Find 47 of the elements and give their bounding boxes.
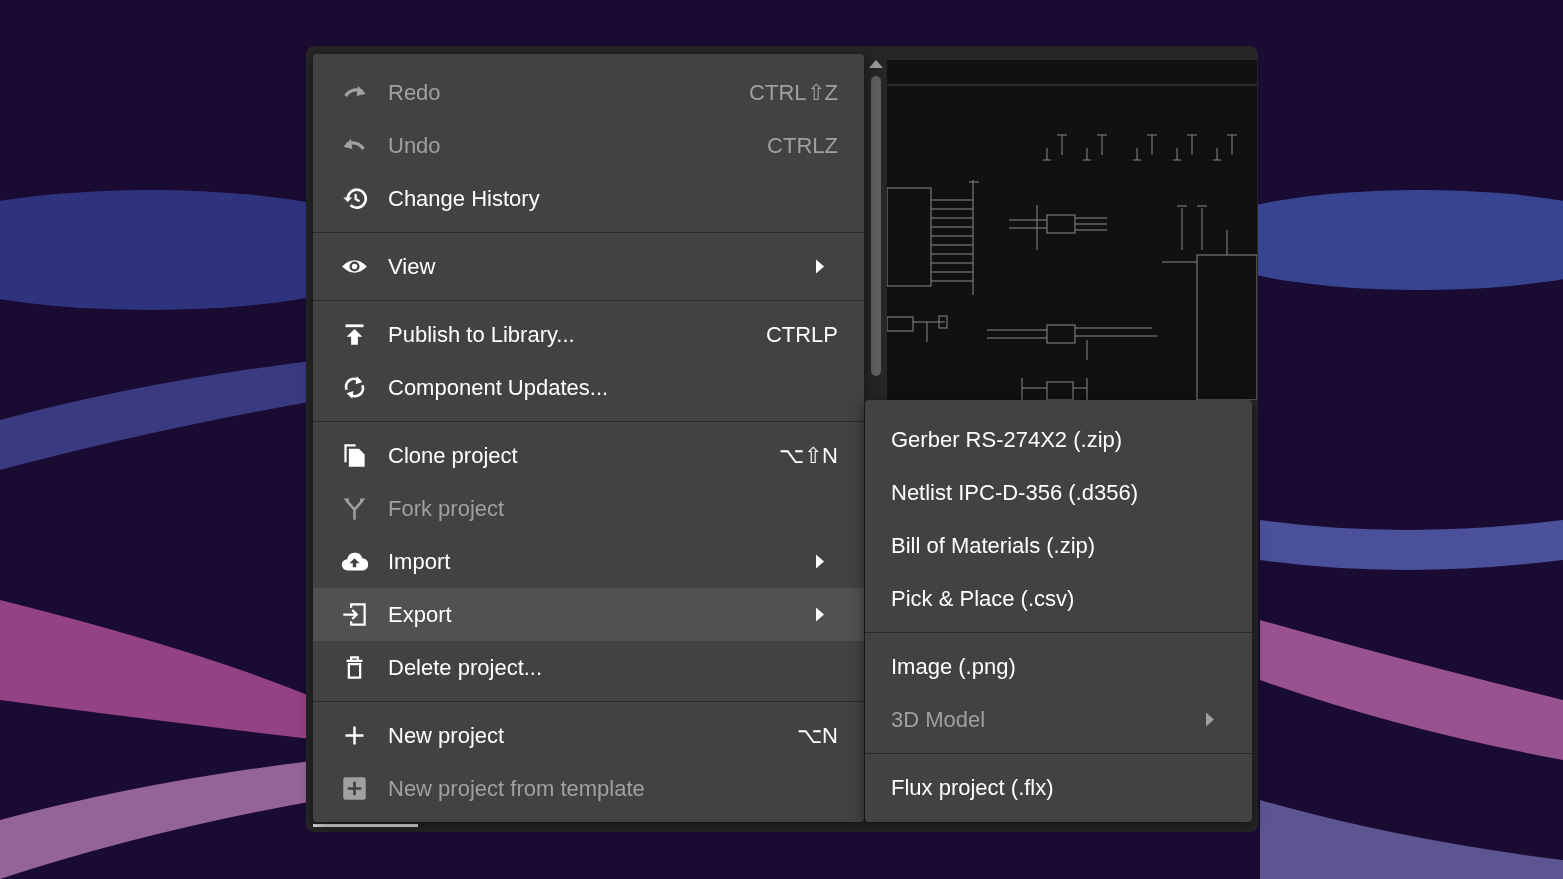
menu-item[interactable]: Gerber RS-274X2 (.zip) <box>865 413 1252 466</box>
menu-item-label: 3D Model <box>891 706 987 733</box>
shortcut-text: ⌥⇧N <box>779 442 838 469</box>
menu-item-label: Netlist IPC-D-356 (.d356) <box>891 479 1139 506</box>
menu-item-label: Export <box>388 601 453 628</box>
history-icon <box>341 185 368 212</box>
menu-item[interactable]: Export <box>313 588 864 641</box>
fork-icon <box>341 495 368 522</box>
menu-item[interactable]: Delete project... <box>313 641 864 694</box>
menu-item[interactable]: Bill of Materials (.zip) <box>865 519 1252 572</box>
scrollbar-thumb[interactable] <box>871 76 881 376</box>
menu-item[interactable]: New project ⌥N <box>313 709 864 762</box>
add-box-icon <box>341 775 368 802</box>
menu-item[interactable]: Image (.png) <box>865 640 1252 693</box>
scroll-up-icon[interactable] <box>869 60 883 68</box>
menu-item[interactable]: Change History <box>313 172 864 225</box>
menu-item-label: New project <box>388 722 506 749</box>
menu-item[interactable]: Netlist IPC-D-356 (.d356) <box>865 466 1252 519</box>
menu-item[interactable]: Flux project (.flx) <box>865 761 1252 814</box>
menu-item-label: Change History <box>388 185 541 212</box>
copy-icon <box>341 442 368 469</box>
menu-item[interactable]: Clone project ⌥⇧N <box>313 429 864 482</box>
menu-item[interactable]: Component Updates... <box>313 361 864 414</box>
menu-item-label: New project from template <box>388 775 646 802</box>
shortcut-text: CTRL⇧Z <box>749 79 838 106</box>
menu-item-label: Redo <box>388 79 442 106</box>
menu-item-label: Undo <box>388 132 442 159</box>
menu-item-label: Delete project... <box>388 654 544 681</box>
menu-item-label: Image (.png) <box>891 653 1017 680</box>
menu-item-label: Publish to Library... <box>388 321 576 348</box>
menu-item-label: Pick & Place (.csv) <box>891 585 1076 612</box>
menu-item-label: Gerber RS-274X2 (.zip) <box>891 426 1124 453</box>
menu-item-label: Import <box>388 548 452 575</box>
menu-item-label: Component Updates... <box>388 374 610 401</box>
export-icon <box>341 601 368 628</box>
menu-item[interactable]: Pick & Place (.csv) <box>865 572 1252 625</box>
menu-item-label: View <box>388 253 437 280</box>
menu-item[interactable]: View <box>313 240 864 293</box>
menu-item-label: Clone project <box>388 442 519 469</box>
menu-item[interactable]: Import <box>313 535 864 588</box>
shortcut-text: CTRLZ <box>767 132 838 159</box>
menu-item-label: Flux project (.flx) <box>891 774 1055 801</box>
shortcut-text: CTRLP <box>765 321 838 348</box>
shortcut-text: ⌥N <box>797 722 838 749</box>
menu-item-label: Fork project <box>388 495 506 522</box>
menu-item[interactable]: Publish to Library... CTRLP <box>313 308 864 361</box>
menu-item-label: Bill of Materials (.zip) <box>891 532 1097 559</box>
